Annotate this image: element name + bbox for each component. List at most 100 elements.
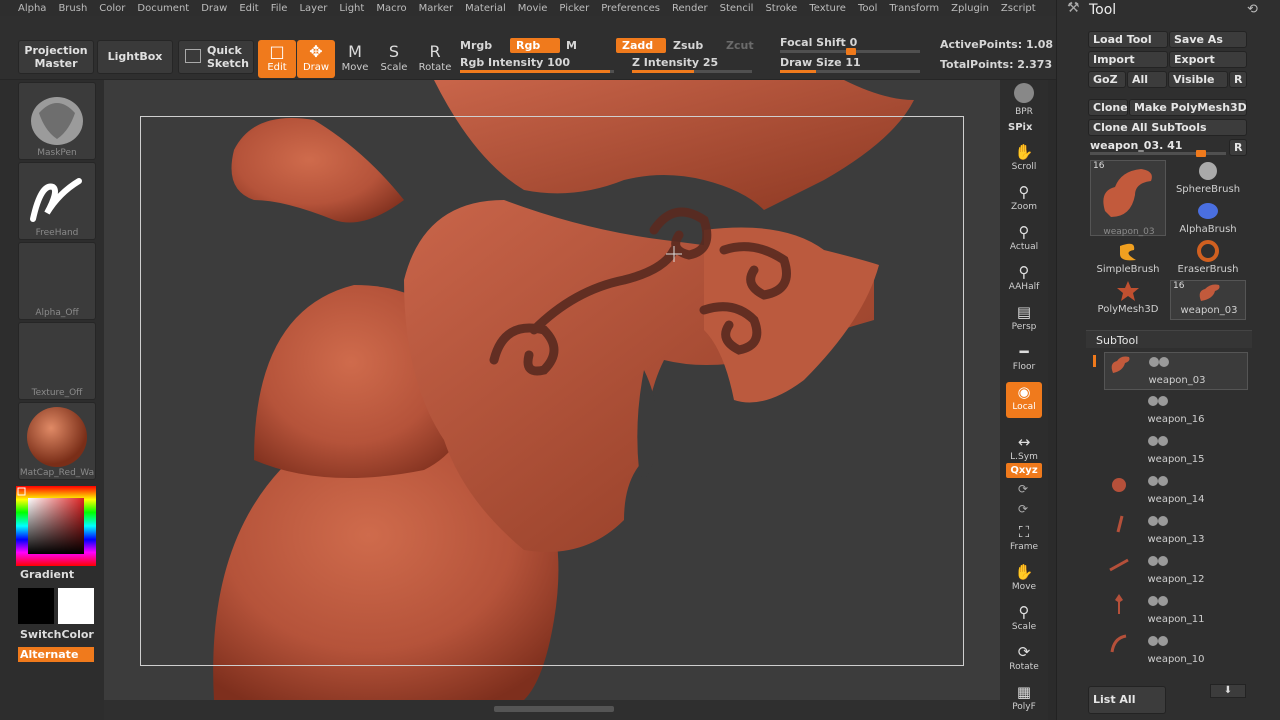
- menu-item-material[interactable]: Material: [465, 3, 506, 14]
- switchcolor-button[interactable]: SwitchColor: [20, 628, 94, 641]
- tool-thumb-weapon-03-b[interactable]: 16 weapon_03: [1170, 280, 1246, 320]
- draw-button[interactable]: ✥ Draw: [297, 40, 335, 78]
- visibility-eye-icon[interactable]: [1158, 436, 1168, 446]
- subtool-header[interactable]: SubTool: [1086, 330, 1252, 348]
- visibility-eye-icon[interactable]: [1158, 636, 1168, 646]
- move-view-button[interactable]: ✋ Move: [1006, 562, 1042, 598]
- clone-all-subtools-button[interactable]: Clone All SubTools: [1088, 119, 1247, 136]
- menu-item-zplugin[interactable]: Zplugin: [951, 3, 989, 14]
- persp-button[interactable]: ▤ Persp: [1006, 302, 1042, 338]
- tool-thumb-polymesh3d[interactable]: PolyMesh3D: [1090, 280, 1166, 320]
- frame-button[interactable]: ⛶ Frame: [1006, 522, 1042, 558]
- primary-color-swatch[interactable]: [18, 588, 54, 624]
- menu-item-stencil[interactable]: Stencil: [720, 3, 754, 14]
- subtool-item-weapon-16[interactable]: weapon_16: [1104, 392, 1248, 430]
- menu-item-brush[interactable]: Brush: [58, 3, 87, 14]
- visibility-eye-icon[interactable]: [1148, 556, 1158, 566]
- visibility-eye-icon[interactable]: [1149, 357, 1159, 367]
- subtool-item-weapon-14[interactable]: weapon_14: [1104, 472, 1248, 510]
- subtool-item-weapon-15[interactable]: weapon_15: [1104, 432, 1248, 470]
- m-toggle[interactable]: M: [560, 38, 583, 53]
- scale-button[interactable]: S Scale: [375, 40, 413, 78]
- draw-size-track[interactable]: [780, 70, 920, 73]
- clone-button[interactable]: Clone: [1088, 99, 1128, 116]
- zadd-toggle[interactable]: Zadd: [616, 38, 666, 53]
- focal-shift-slider[interactable]: Focal Shift 0: [780, 36, 857, 49]
- current-tool-slider[interactable]: weapon_03. 41: [1090, 139, 1182, 152]
- tool-thumb-simplebrush[interactable]: SimpleBrush: [1090, 240, 1166, 280]
- menu-item-preferences[interactable]: Preferences: [601, 3, 660, 14]
- z-intensity-slider[interactable]: Z Intensity 25: [632, 56, 718, 69]
- menu-item-alpha[interactable]: Alpha: [18, 3, 46, 14]
- rotate-view-button[interactable]: ⟳ Rotate: [1006, 642, 1042, 678]
- visibility-eye-icon[interactable]: [1158, 596, 1168, 606]
- actual-button[interactable]: ⚲ Actual: [1006, 222, 1042, 258]
- visibility-eye-icon[interactable]: [1158, 556, 1168, 566]
- gradient-label[interactable]: Gradient: [20, 568, 74, 581]
- rgb-intensity-slider[interactable]: Rgb Intensity 100: [460, 56, 570, 69]
- arrow-down-icon[interactable]: ⬇: [1210, 684, 1246, 698]
- load-tool-button[interactable]: Load Tool: [1088, 31, 1168, 48]
- mrgb-toggle[interactable]: Mrgb: [454, 38, 498, 53]
- projection-master-button[interactable]: Projection Master: [18, 40, 94, 74]
- visibility-eye-icon[interactable]: [1148, 476, 1158, 486]
- visibility-eye-icon[interactable]: [1158, 476, 1168, 486]
- tool-thumb-alphabrush[interactable]: AlphaBrush: [1170, 200, 1246, 240]
- visible-button[interactable]: Visible: [1168, 71, 1228, 88]
- subtool-item-weapon-12[interactable]: weapon_12: [1104, 552, 1248, 590]
- make-polymesh3d-button[interactable]: Make PolyMesh3D: [1129, 99, 1247, 116]
- menu-item-tool[interactable]: Tool: [858, 3, 877, 14]
- menu-item-texture[interactable]: Texture: [809, 3, 846, 14]
- menu-item-color[interactable]: Color: [99, 3, 125, 14]
- rgb-intensity-track[interactable]: [460, 70, 614, 73]
- rotate-y-icon[interactable]: ⟳: [1018, 482, 1028, 496]
- menu-item-render[interactable]: Render: [672, 3, 708, 14]
- subtool-item-weapon-03[interactable]: weapon_03: [1104, 352, 1248, 390]
- tool-thumb-eraserbrush[interactable]: EraserBrush: [1170, 240, 1246, 280]
- visibility-eye-icon[interactable]: [1148, 396, 1158, 406]
- menu-item-layer[interactable]: Layer: [299, 3, 327, 14]
- menu-item-light[interactable]: Light: [339, 3, 364, 14]
- color-picker[interactable]: [16, 486, 96, 566]
- bottom-shelf-handle[interactable]: [494, 706, 614, 712]
- focal-shift-track[interactable]: [780, 48, 920, 55]
- menu-item-document[interactable]: Document: [137, 3, 189, 14]
- zoom-button[interactable]: ⚲ Zoom: [1006, 182, 1042, 218]
- lightbox-button[interactable]: LightBox: [97, 40, 173, 74]
- visibility-eye-icon[interactable]: [1159, 357, 1169, 367]
- draw-size-slider[interactable]: Draw Size 11: [780, 56, 861, 69]
- export-button[interactable]: Export: [1169, 51, 1247, 68]
- menu-item-macro[interactable]: Macro: [376, 3, 406, 14]
- tool-thumb-weapon-03[interactable]: 16 weapon_03: [1090, 160, 1166, 237]
- visibility-eye-icon[interactable]: [1158, 396, 1168, 406]
- subtool-scrollbar[interactable]: [1093, 355, 1096, 367]
- import-button[interactable]: Import: [1088, 51, 1168, 68]
- menu-item-edit[interactable]: Edit: [239, 3, 258, 14]
- aahalf-button[interactable]: ⚲ AAHalf: [1006, 262, 1042, 298]
- z-intensity-track[interactable]: [632, 70, 752, 73]
- save-as-button[interactable]: Save As: [1169, 31, 1247, 48]
- tool-thumb-spherebrush[interactable]: SphereBrush: [1170, 160, 1246, 200]
- menu-item-file[interactable]: File: [271, 3, 288, 14]
- spix-slider[interactable]: SPix: [1008, 122, 1032, 133]
- zsub-toggle[interactable]: Zsub: [667, 38, 709, 53]
- menu-item-stroke[interactable]: Stroke: [765, 3, 797, 14]
- current-tool-reset-button[interactable]: R: [1229, 139, 1247, 156]
- bpr-button[interactable]: BPR: [1006, 82, 1042, 118]
- menu-item-transform[interactable]: Transform: [889, 3, 939, 14]
- edit-button[interactable]: □ Edit: [258, 40, 296, 78]
- quick-sketch-button[interactable]: Quick Sketch: [178, 40, 254, 74]
- menu-item-marker[interactable]: Marker: [419, 3, 454, 14]
- rotate-button[interactable]: R Rotate: [416, 40, 454, 78]
- zcut-toggle[interactable]: Zcut: [720, 38, 760, 53]
- rgb-toggle[interactable]: Rgb: [510, 38, 560, 53]
- secondary-color-swatch[interactable]: [58, 588, 94, 624]
- menu-item-draw[interactable]: Draw: [201, 3, 227, 14]
- floor-button[interactable]: ━ Floor: [1006, 342, 1042, 378]
- scroll-button[interactable]: ✋ Scroll: [1006, 142, 1042, 178]
- visibility-eye-icon[interactable]: [1148, 516, 1158, 526]
- menu-item-picker[interactable]: Picker: [559, 3, 589, 14]
- current-tool-track[interactable]: [1090, 150, 1226, 157]
- reset-icon[interactable]: ⟲: [1247, 2, 1258, 17]
- visibility-eye-icon[interactable]: [1148, 436, 1158, 446]
